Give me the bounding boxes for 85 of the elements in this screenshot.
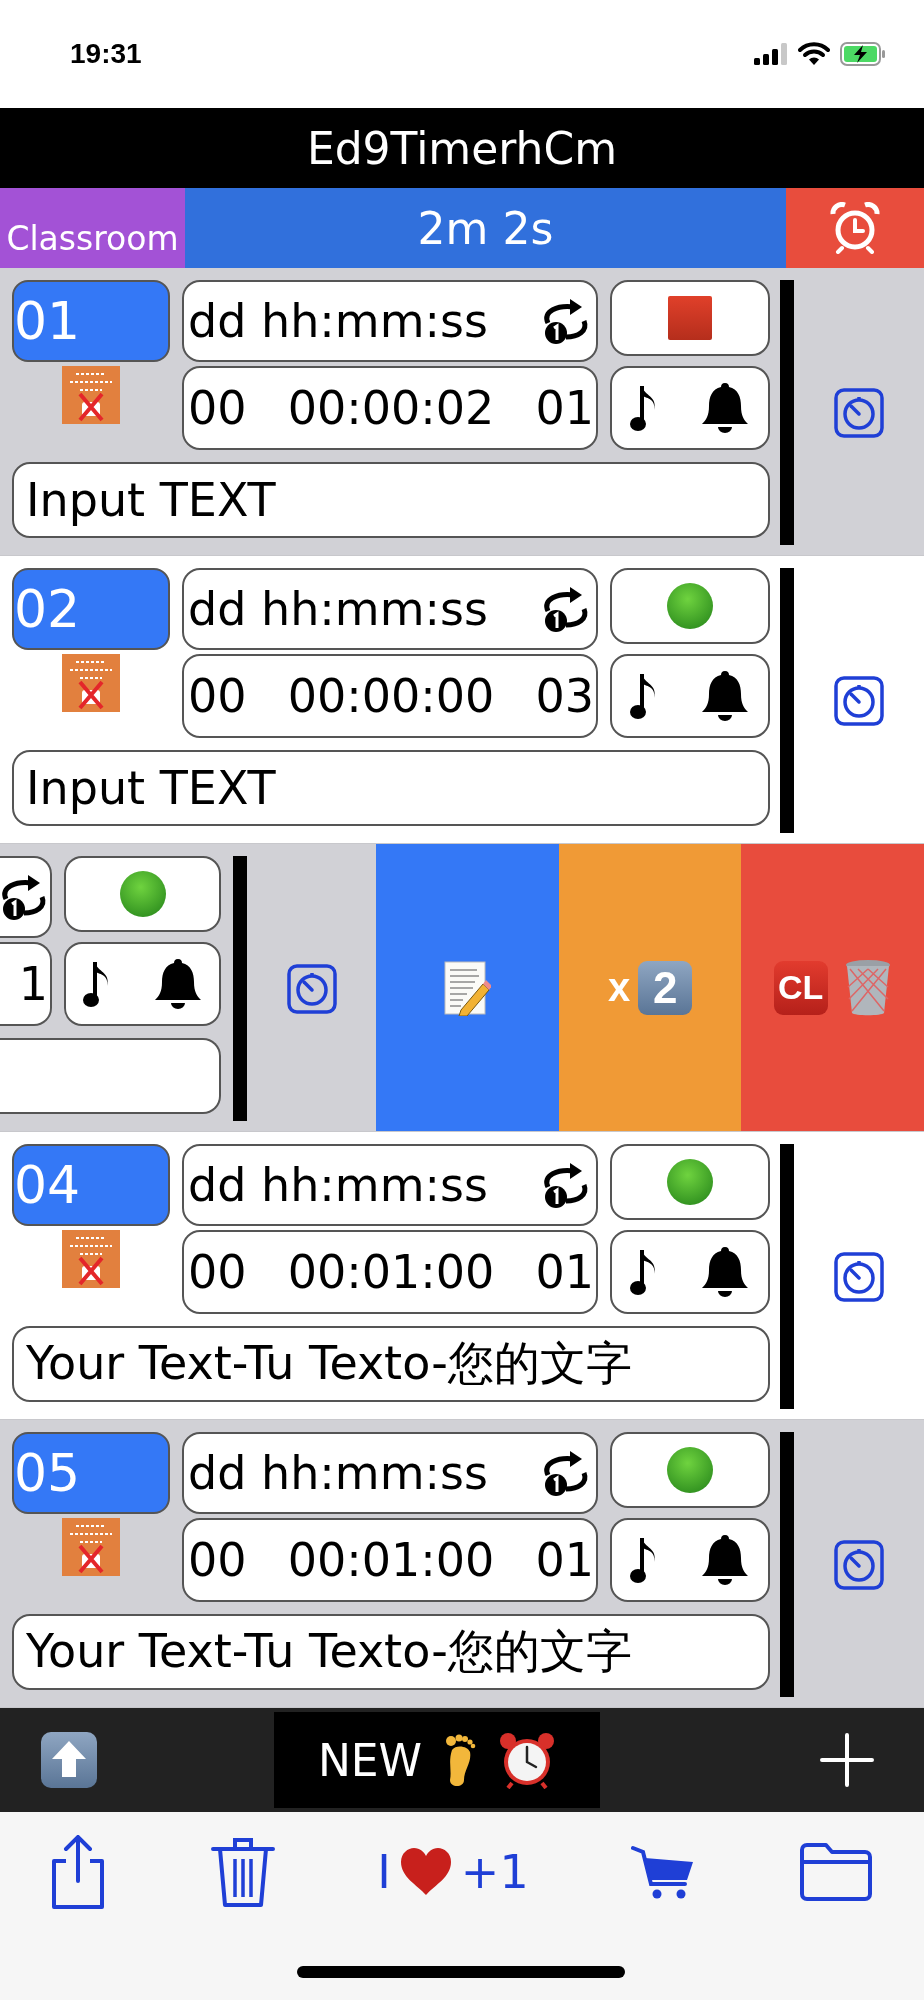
new-timer-button[interactable]: NEW	[274, 1712, 600, 1808]
image-placeholder-icon	[62, 1518, 120, 1576]
alarm-clock-icon	[830, 202, 880, 254]
time-value: 00:01:00	[287, 1533, 495, 1587]
bell-icon	[700, 1244, 750, 1300]
notepad-pencil-icon	[443, 959, 492, 1016]
repeat-count: 01	[535, 381, 594, 435]
format-label: dd hh:mm:ss	[188, 1446, 488, 1500]
image-placeholder-icon	[62, 654, 120, 712]
image-placeholder-icon	[62, 366, 120, 424]
plus-icon[interactable]	[820, 1733, 874, 1787]
wifi-icon	[798, 42, 830, 66]
format-label: dd hh:mm:ss	[188, 582, 488, 636]
text-field[interactable]: Input TEXT	[12, 750, 770, 826]
text-field[interactable]	[0, 1038, 221, 1114]
category-button[interactable]: Classroom	[0, 188, 185, 268]
clear-key: CL	[773, 960, 828, 1015]
stopwatch-icon[interactable]	[834, 1539, 884, 1590]
repeat-count: 01	[535, 1245, 594, 1299]
format-field[interactable]: dd hh:mm:ss	[182, 1432, 598, 1514]
timer-number-button[interactable]: 04	[12, 1144, 170, 1226]
delete-action[interactable]: CL	[741, 844, 924, 1131]
text-field[interactable]: Your Text-Tu Texto-您的文字	[12, 1326, 770, 1402]
format-label: dd hh:mm:ss	[188, 294, 488, 348]
time-field[interactable]: 00 00:01:00 01	[182, 1230, 598, 1314]
format-field[interactable]: dd hh:mm:ss	[182, 568, 598, 650]
format-label: dd hh:mm:ss	[188, 1158, 488, 1212]
edit-action[interactable]	[376, 844, 559, 1131]
battery-icon	[840, 42, 886, 66]
stopwatch-icon[interactable]	[834, 675, 884, 726]
time-field[interactable]: 00 00:01:00 01	[182, 1518, 598, 1602]
text-field[interactable]: Input TEXT	[12, 462, 770, 538]
up-arrow-key-icon[interactable]	[40, 1731, 98, 1789]
timer-number-button[interactable]: 01	[12, 280, 170, 362]
sound-button[interactable]	[610, 1230, 770, 1314]
trash-can-icon	[843, 958, 892, 1017]
timer-number-button[interactable]: 05	[12, 1432, 170, 1514]
sound-button[interactable]	[610, 654, 770, 738]
cart-icon[interactable]	[631, 1844, 696, 1900]
status-button[interactable]	[64, 856, 221, 932]
heart-icon	[398, 1847, 453, 1897]
status-button[interactable]	[610, 280, 770, 356]
days-value: 00	[188, 669, 247, 723]
bell-icon	[700, 1532, 750, 1588]
days-value: 00	[188, 381, 247, 435]
total-time: 2m 2s	[185, 188, 786, 268]
status-button[interactable]	[610, 1144, 770, 1220]
alarm-clock-icon	[498, 1731, 557, 1789]
folder-icon[interactable]	[797, 1842, 874, 1902]
text-field[interactable]: Your Text-Tu Texto-您的文字	[12, 1614, 770, 1690]
time-value: 00:01:00	[287, 1245, 495, 1299]
time-field[interactable]: 1	[0, 942, 52, 1026]
status-button[interactable]	[610, 1432, 770, 1508]
repeat-count: 01	[535, 1533, 594, 1587]
repeat-count: 03	[535, 669, 594, 723]
alarm-button[interactable]	[786, 188, 924, 268]
sound-button[interactable]	[610, 1518, 770, 1602]
bell-icon	[700, 380, 750, 436]
time-field[interactable]: 00 00:00:00 03	[182, 654, 598, 738]
time-value: 00:00:00	[287, 669, 495, 723]
time-field[interactable]: 00 00:00:02 01	[182, 366, 598, 450]
days-value: 00	[188, 1533, 247, 1587]
trash-icon[interactable]	[210, 1835, 275, 1909]
stopwatch-icon[interactable]	[834, 387, 884, 438]
sound-button[interactable]	[64, 942, 221, 1026]
repeat-one-icon	[0, 873, 48, 921]
image-placeholder-icon	[62, 1230, 120, 1288]
format-field[interactable]: dd hh:mm:ss	[182, 1144, 598, 1226]
repeat-count: 1	[18, 957, 48, 1011]
bell-icon	[700, 668, 750, 724]
days-value: 00	[188, 1245, 247, 1299]
format-field[interactable]: dd hh:mm:ss	[182, 280, 598, 362]
app-title: Ed9TimerhCm	[306, 122, 618, 174]
format-field[interactable]	[0, 856, 52, 938]
sound-button[interactable]	[610, 366, 770, 450]
like-button[interactable]: I +1	[377, 1845, 529, 1899]
stopwatch-icon[interactable]	[834, 1251, 884, 1302]
timer-number-button[interactable]: 02	[12, 568, 170, 650]
time-value: 00:00:02	[287, 381, 495, 435]
bell-icon	[152, 956, 203, 1012]
signal-icon	[754, 43, 788, 65]
status-button[interactable]	[610, 568, 770, 644]
clock-time: 19:31	[70, 38, 142, 70]
number-key: 2	[638, 960, 693, 1015]
stopwatch-icon[interactable]	[286, 963, 337, 1014]
